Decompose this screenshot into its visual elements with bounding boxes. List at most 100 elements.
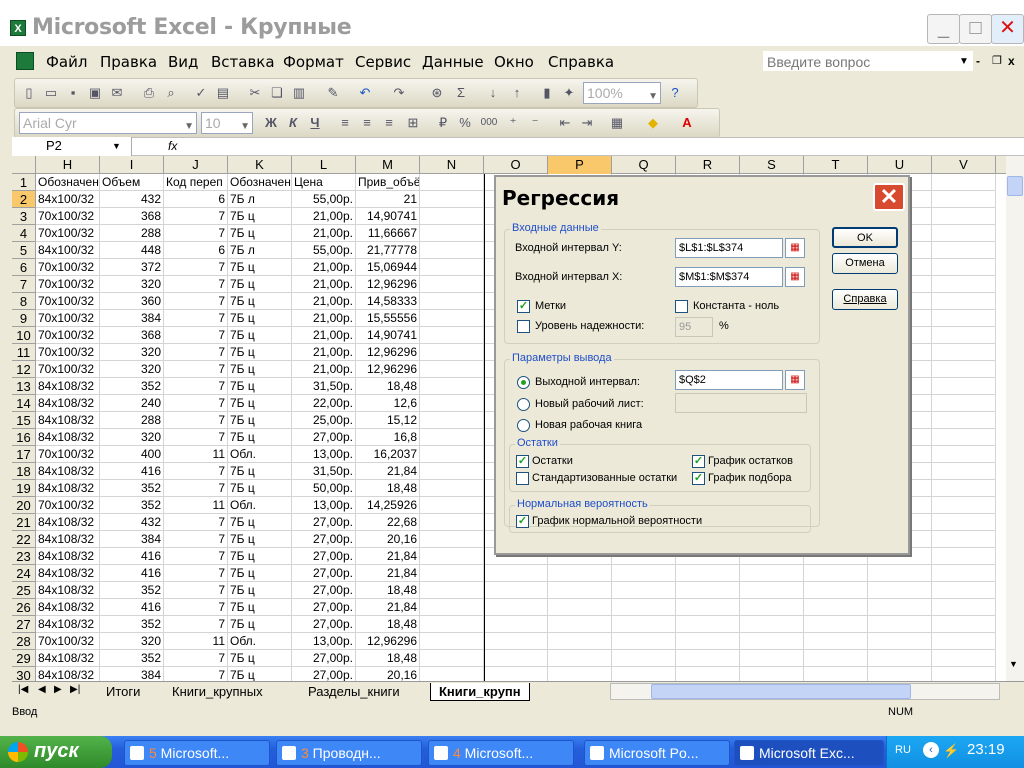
table-cell[interactable]: [420, 429, 484, 446]
dialog-close-button[interactable]: ✕: [873, 183, 905, 211]
constant-zero-checkbox[interactable]: [675, 300, 688, 313]
row-header[interactable]: 15: [12, 412, 36, 429]
table-cell[interactable]: [548, 633, 612, 650]
table-cell[interactable]: 11: [164, 446, 228, 463]
sort-ascending-icon[interactable]: ↓: [485, 85, 501, 101]
range-picker-icon[interactable]: ▦: [785, 238, 805, 258]
table-cell[interactable]: 368: [100, 327, 164, 344]
table-cell[interactable]: [740, 565, 804, 582]
row-header[interactable]: 12: [12, 361, 36, 378]
row-header[interactable]: 27: [12, 616, 36, 633]
table-cell[interactable]: [420, 531, 484, 548]
table-cell[interactable]: 31,50р.: [292, 378, 356, 395]
menu-view[interactable]: Вид: [168, 53, 198, 71]
table-cell[interactable]: 352: [100, 480, 164, 497]
table-cell[interactable]: 18,48: [356, 480, 420, 497]
table-cell[interactable]: 7: [164, 531, 228, 548]
table-cell[interactable]: 27,00р.: [292, 667, 356, 681]
table-cell[interactable]: [420, 208, 484, 225]
menu-data[interactable]: Данные: [422, 53, 484, 71]
menu-file[interactable]: Файл: [46, 53, 87, 71]
y-range-input[interactable]: $L$1:$L$374: [675, 238, 783, 258]
table-cell[interactable]: 240: [100, 395, 164, 412]
chevron-down-icon[interactable]: ▼: [112, 141, 121, 151]
table-cell[interactable]: 12,96296: [356, 361, 420, 378]
taskbar-item[interactable]: 4 Microsoft...: [428, 740, 574, 766]
row-header[interactable]: 8: [12, 293, 36, 310]
print-preview-icon[interactable]: ⌕: [163, 85, 179, 101]
percent-button[interactable]: %: [457, 115, 473, 131]
column-header-m[interactable]: M: [356, 156, 420, 174]
table-cell[interactable]: [420, 599, 484, 616]
table-cell[interactable]: 12,96296: [356, 344, 420, 361]
table-cell[interactable]: 84x108/32: [36, 480, 100, 497]
table-cell[interactable]: [932, 650, 996, 667]
table-cell[interactable]: 27,00р.: [292, 616, 356, 633]
table-cell[interactable]: 21,00р.: [292, 259, 356, 276]
row-header[interactable]: 11: [12, 344, 36, 361]
table-cell[interactable]: 7Б ц: [228, 531, 292, 548]
table-cell[interactable]: 21: [356, 191, 420, 208]
new-sheet-radio[interactable]: [517, 398, 530, 411]
table-cell[interactable]: [868, 650, 932, 667]
table-cell[interactable]: 84x108/32: [36, 650, 100, 667]
table-cell[interactable]: 84x108/32: [36, 412, 100, 429]
table-cell[interactable]: [548, 650, 612, 667]
table-cell[interactable]: 416: [100, 463, 164, 480]
chart-wizard-icon[interactable]: ▮: [539, 85, 555, 101]
italic-button[interactable]: К: [285, 115, 301, 131]
table-cell[interactable]: 13,00р.: [292, 633, 356, 650]
table-cell[interactable]: [932, 225, 996, 242]
table-cell[interactable]: 7Б ц: [228, 344, 292, 361]
residuals-checkbox[interactable]: ✓: [516, 455, 529, 468]
table-cell[interactable]: 7: [164, 616, 228, 633]
format-painter-icon[interactable]: ✎: [325, 85, 341, 101]
doc-restore-button[interactable]: ❐: [992, 54, 1002, 67]
table-cell[interactable]: [548, 599, 612, 616]
row-header[interactable]: 2: [12, 191, 36, 208]
row-header[interactable]: 16: [12, 429, 36, 446]
table-cell[interactable]: 7Б ц: [228, 259, 292, 276]
table-cell[interactable]: [932, 582, 996, 599]
cancel-button[interactable]: Отмена: [832, 253, 898, 274]
table-cell[interactable]: 31,50р.: [292, 463, 356, 480]
table-cell[interactable]: [804, 616, 868, 633]
decrease-indent-icon[interactable]: ⇤: [557, 115, 573, 131]
x-range-input[interactable]: $M$1:$M$374: [675, 267, 783, 287]
residual-plots-checkbox[interactable]: ✓: [692, 455, 705, 468]
table-cell[interactable]: 7Б ц: [228, 310, 292, 327]
row-header[interactable]: 19: [12, 480, 36, 497]
table-cell[interactable]: 70x100/32: [36, 225, 100, 242]
range-picker-icon[interactable]: ▦: [785, 370, 805, 390]
table-cell[interactable]: 70x100/32: [36, 446, 100, 463]
table-cell[interactable]: 84x100/32: [36, 191, 100, 208]
table-cell[interactable]: 7Б л: [228, 242, 292, 259]
dialog-title-bar[interactable]: Регрессия ✕: [496, 177, 908, 213]
table-cell[interactable]: 70x100/32: [36, 344, 100, 361]
table-cell[interactable]: 84x108/32: [36, 582, 100, 599]
table-cell[interactable]: Обозначен: [36, 174, 100, 191]
table-cell[interactable]: Цена: [292, 174, 356, 191]
table-cell[interactable]: [804, 599, 868, 616]
table-cell[interactable]: 27,00р.: [292, 514, 356, 531]
table-cell[interactable]: Объем: [100, 174, 164, 191]
font-color-icon[interactable]: A: [679, 115, 695, 131]
table-cell[interactable]: 7: [164, 378, 228, 395]
help-button[interactable]: Справка: [832, 289, 898, 310]
table-cell[interactable]: 21,84: [356, 548, 420, 565]
table-cell[interactable]: 320: [100, 633, 164, 650]
table-cell[interactable]: [612, 667, 676, 681]
table-cell[interactable]: [612, 582, 676, 599]
table-cell[interactable]: [932, 480, 996, 497]
table-cell[interactable]: 320: [100, 361, 164, 378]
table-cell[interactable]: 21,00р.: [292, 208, 356, 225]
row-header[interactable]: 1: [12, 174, 36, 191]
table-cell[interactable]: [932, 327, 996, 344]
scroll-thumb-h[interactable]: [651, 684, 911, 699]
table-cell[interactable]: 21,00р.: [292, 344, 356, 361]
table-cell[interactable]: [932, 616, 996, 633]
row-header[interactable]: 17: [12, 446, 36, 463]
table-cell[interactable]: 7: [164, 208, 228, 225]
horizontal-scrollbar[interactable]: [610, 683, 1000, 700]
table-cell[interactable]: 21,77778: [356, 242, 420, 259]
